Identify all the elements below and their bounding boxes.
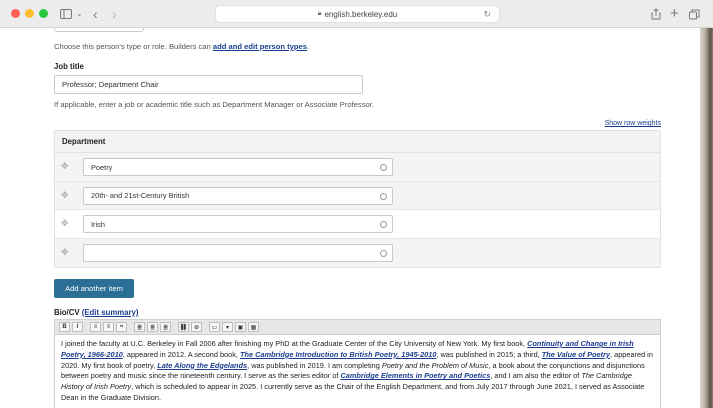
table-row: ✥ Irish bbox=[55, 210, 660, 239]
page-content: Choose this person's type or role. Build… bbox=[0, 28, 700, 408]
bullet-list-button[interactable]: ≡ bbox=[90, 322, 101, 332]
back-icon[interactable]: ‹ bbox=[93, 6, 98, 22]
window-edge bbox=[700, 28, 713, 408]
bio-text-run: , appeared in 2012. A second book, bbox=[122, 349, 240, 359]
edit-summary-link[interactable]: (Edit summary) bbox=[82, 308, 139, 317]
url-text: english.berkeley.edu bbox=[324, 9, 398, 19]
department-input[interactable] bbox=[83, 243, 393, 262]
bio-text-run: , which is scheduled to appear in 2025. … bbox=[61, 382, 645, 402]
format-button[interactable]: ▾ bbox=[222, 322, 233, 332]
autocomplete-icon bbox=[380, 249, 387, 257]
table-row: ✥ Poetry bbox=[55, 153, 660, 182]
sidebar-icon[interactable] bbox=[60, 6, 72, 22]
person-type-select[interactable] bbox=[54, 28, 144, 32]
person-type-help: Choose this person's type or role. Build… bbox=[54, 42, 310, 51]
drag-handle-icon[interactable]: ✥ bbox=[61, 161, 69, 172]
drag-handle-icon[interactable]: ✥ bbox=[61, 190, 69, 201]
share-icon[interactable] bbox=[651, 6, 661, 22]
forward-icon[interactable]: › bbox=[112, 6, 117, 22]
blockquote-button[interactable]: ❝ bbox=[116, 322, 127, 332]
align-right-button[interactable]: ≣ bbox=[160, 322, 171, 332]
link-button[interactable]: ⛓ bbox=[178, 322, 189, 332]
department-input[interactable]: Irish bbox=[83, 215, 393, 233]
bio-text-run: , was published in 2015; a third, bbox=[436, 349, 542, 359]
align-left-button[interactable]: ≣ bbox=[134, 322, 145, 332]
bio-title: Poetry and the Problem of Music bbox=[381, 360, 489, 370]
bio-text[interactable]: I joined the faculty at U.C. Berkeley in… bbox=[55, 335, 660, 408]
department-table: Department ✥ Poetry ✥ 20th- and 21st-Cen… bbox=[54, 130, 661, 268]
table-row: ✥ bbox=[55, 238, 660, 267]
reload-icon[interactable]: ↻ bbox=[483, 9, 491, 20]
show-row-weights-link[interactable]: Show row weights bbox=[605, 120, 661, 127]
minimize-window-button[interactable] bbox=[25, 9, 34, 18]
bio-label: Bio/CV (Edit summary) bbox=[54, 308, 139, 317]
chevron-down-icon[interactable]: ⌄ bbox=[76, 6, 83, 22]
autocomplete-icon bbox=[380, 164, 387, 171]
address-bar[interactable]: 🔒︎ english.berkeley.edu ↻ bbox=[215, 5, 500, 23]
bio-link[interactable]: The Value of Poetry bbox=[542, 350, 610, 359]
drag-handle-icon[interactable]: ✥ bbox=[61, 218, 69, 229]
tab-overview-icon[interactable] bbox=[689, 6, 700, 22]
bio-editor[interactable]: B I ≡ ≡ ❝ ≣ ≣ ≣ ⛓ ⊘ ▭ ▾ ▣ ▦ I joined the faculty at U… bbox=[54, 319, 661, 408]
autocomplete-icon bbox=[380, 192, 387, 200]
add-edit-person-types-link[interactable]: add and edit person types bbox=[213, 42, 307, 51]
media-button[interactable]: ▣ bbox=[235, 322, 246, 332]
image-button[interactable]: ▭ bbox=[209, 322, 220, 332]
department-input[interactable]: 20th- and 21st-Century British bbox=[83, 186, 393, 205]
italic-button[interactable]: I bbox=[72, 322, 83, 332]
bio-link[interactable]: Cambridge Elements in Poetry and Poetics bbox=[341, 371, 491, 380]
new-tab-icon[interactable]: + bbox=[670, 6, 679, 22]
department-header: Department bbox=[55, 131, 660, 153]
bio-text-run: , was published in 2019. I am completing bbox=[247, 360, 382, 370]
bold-button[interactable]: B bbox=[59, 322, 70, 332]
numbered-list-button[interactable]: ≡ bbox=[103, 322, 114, 332]
align-center-button[interactable]: ≣ bbox=[147, 322, 158, 332]
drag-handle-icon[interactable]: ✥ bbox=[61, 247, 69, 258]
bio-text-run: I joined the faculty at U.C. Berkeley in… bbox=[61, 339, 528, 348]
table-button[interactable]: ▦ bbox=[248, 322, 259, 332]
browser-toolbar: ⌄ ‹ › 🔒︎ english.berkeley.edu ↻ + bbox=[0, 0, 713, 28]
department-input[interactable]: Poetry bbox=[83, 158, 393, 176]
zoom-window-button[interactable] bbox=[39, 9, 48, 18]
job-title-input[interactable]: Professor; Department Chair bbox=[54, 75, 363, 94]
autocomplete-icon bbox=[380, 221, 387, 228]
job-title-help: If applicable, enter a job or academic t… bbox=[54, 100, 374, 109]
bio-link[interactable]: The Cambridge Introduction to British Po… bbox=[240, 350, 436, 359]
editor-toolbar: B I ≡ ≡ ❝ ≣ ≣ ≣ ⛓ ⊘ ▭ ▾ ▣ ▦ bbox=[55, 320, 660, 335]
lock-icon: 🔒︎ bbox=[317, 10, 322, 17]
bio-text-run: , and I am also the editor of bbox=[490, 371, 582, 381]
close-window-button[interactable] bbox=[11, 9, 20, 18]
table-row: ✥ 20th- and 21st-Century British bbox=[55, 181, 660, 210]
unlink-button[interactable]: ⊘ bbox=[191, 322, 202, 332]
bio-link[interactable]: Late Along the Edgelands bbox=[157, 361, 247, 370]
job-title-label: Job title bbox=[54, 62, 84, 71]
add-another-item-button[interactable]: Add another item bbox=[54, 279, 134, 298]
